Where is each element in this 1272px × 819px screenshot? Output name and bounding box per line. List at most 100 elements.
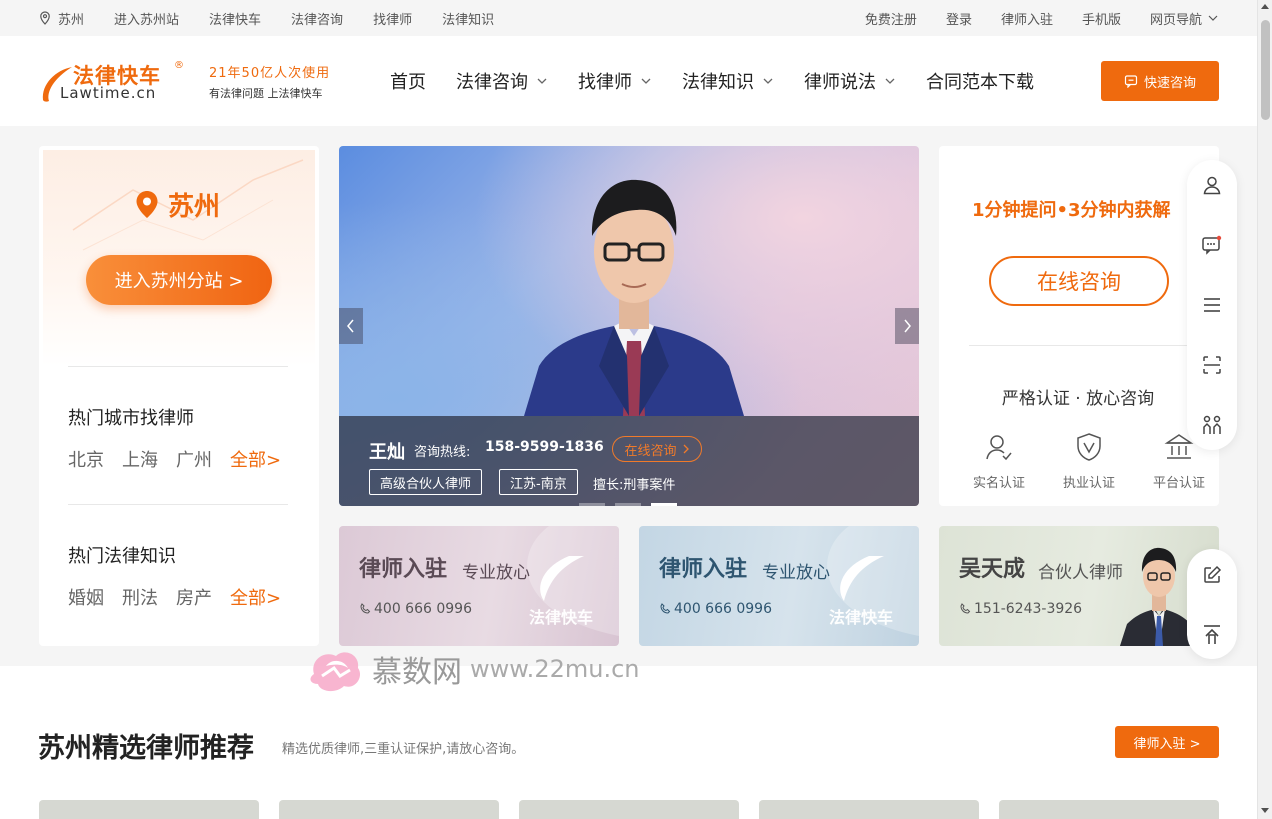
- lawyer-tag-region: 江苏-南京: [499, 469, 578, 495]
- phone-icon: [360, 603, 371, 614]
- lawyer-card[interactable]: [519, 800, 739, 819]
- site-logo[interactable]: 法律快车 ® Lawtime.cn: [38, 60, 188, 104]
- feedback-button[interactable]: [1200, 563, 1224, 587]
- consult-headline: 1分钟提问•3分钟内获解: [972, 200, 1171, 221]
- cert-label: 执业认证: [1062, 476, 1115, 491]
- hotline-label: 咨询热线:: [414, 445, 471, 460]
- nav-lawyer-talk[interactable]: 律师说法: [804, 68, 896, 94]
- city-link-guangzhou[interactable]: 广州: [176, 446, 212, 472]
- user-check-icon: [986, 435, 1012, 461]
- carousel-dot[interactable]: [615, 503, 641, 506]
- carousel-dot-active[interactable]: [651, 503, 677, 506]
- chevron-down-icon: [537, 78, 547, 84]
- carousel-next-button[interactable]: [895, 308, 919, 344]
- lawyer-tag-title: 高级合伙人律师: [369, 469, 483, 495]
- nav-consult[interactable]: 法律咨询: [456, 68, 548, 94]
- top-link-lawtime[interactable]: 法律快车: [209, 9, 261, 28]
- lawyer-card[interactable]: [279, 800, 499, 819]
- nav-knowledge[interactable]: 法律知识: [682, 68, 774, 94]
- quick-consult-button[interactable]: 快速咨询: [1101, 61, 1219, 101]
- lawyer-join-link[interactable]: 律师入驻: [1001, 9, 1053, 28]
- lawyer-specialty: 擅长:刑事案件: [593, 478, 676, 493]
- top-bar: 苏州 进入苏州站 法律快车 法律咨询 找律师 法律知识 免费注册 登录 律师入驻…: [0, 0, 1257, 36]
- knowledge-link-marriage[interactable]: 婚姻: [68, 584, 104, 610]
- knowledge-link-all[interactable]: 全部>: [230, 584, 281, 610]
- user-icon: [1203, 176, 1221, 195]
- banner-phone-number: 151-6243-3926: [974, 601, 1083, 617]
- nav-label: 法律咨询: [456, 72, 528, 93]
- quick-consult-label: 快速咨询: [1143, 75, 1196, 91]
- knowledge-link-criminal[interactable]: 刑法: [122, 584, 158, 610]
- nav-label: 法律知识: [682, 72, 754, 93]
- lawyer-join-button[interactable]: 律师入驻 >: [1115, 726, 1219, 758]
- lawyer-card[interactable]: [39, 800, 259, 819]
- lawyer-info-panel: 王灿 咨询热线: 158-9599-1836 在线咨询 高级合伙人律师 江苏-南…: [339, 416, 919, 506]
- message-button[interactable]: [1200, 233, 1224, 257]
- cert-real-name: 实名认证: [959, 432, 1039, 491]
- nav-label: 合同范本下载: [926, 72, 1034, 93]
- location-selector[interactable]: 苏州: [38, 9, 84, 28]
- side-toolbar: [1187, 160, 1237, 450]
- city-link-all[interactable]: 全部>: [230, 446, 281, 472]
- hot-knowledge-title: 热门法律知识: [68, 546, 176, 567]
- banner-subtitle: 专业放心: [762, 563, 830, 583]
- nav-home[interactable]: 首页: [390, 68, 426, 94]
- location-pin-icon: [136, 190, 158, 218]
- chat-icon: [1124, 75, 1138, 88]
- city-link-shanghai[interactable]: 上海: [122, 446, 158, 472]
- phone-icon: [960, 603, 971, 614]
- online-consult-label: 在线咨询: [624, 443, 677, 459]
- carousel-online-consult-button[interactable]: 在线咨询: [612, 436, 702, 462]
- watermark: 慕数网 www.22mu.cn: [306, 644, 639, 694]
- chevron-right-icon: [904, 319, 911, 333]
- consult-card: 1分钟提问•3分钟内获解 在线咨询 严格认证 · 放心咨询 实名认证 执业认证 …: [939, 146, 1219, 506]
- login-link[interactable]: 登录: [946, 9, 972, 28]
- lawyer-card[interactable]: [999, 800, 1219, 819]
- banner-subtitle: 专业放心: [462, 563, 530, 583]
- city-link-beijing[interactable]: 北京: [68, 446, 104, 472]
- chevron-down-icon: [1208, 15, 1218, 21]
- user-button[interactable]: [1200, 173, 1224, 197]
- back-to-top-button[interactable]: [1200, 623, 1224, 647]
- scan-button[interactable]: [1200, 353, 1224, 377]
- nav-find-lawyer[interactable]: 找律师: [578, 68, 652, 94]
- carousel-prev-button[interactable]: [339, 308, 363, 344]
- shield-v-icon: [1077, 433, 1101, 461]
- featured-lawyer-banner[interactable]: 吴天成 合伙人律师 151-6243-3926: [939, 526, 1219, 646]
- hero-section: 苏州 进入苏州分站 > 热门城市找律师 北京 上海 广州 全部> 热门法律知识 …: [0, 126, 1257, 666]
- lawyer-join-banner-2[interactable]: 律师入驻 专业放心 400 666 0996 法律快车: [639, 526, 919, 646]
- lawyer-carousel[interactable]: 王灿 咨询热线: 158-9599-1836 在线咨询 高级合伙人律师 江苏-南…: [339, 146, 919, 506]
- scroll-up-arrow-icon[interactable]: [1261, 4, 1269, 9]
- site-nav-dropdown[interactable]: 网页导航: [1150, 9, 1219, 28]
- menu-button[interactable]: [1200, 293, 1224, 317]
- message-dots-icon: [1202, 235, 1222, 255]
- top-link-consult[interactable]: 法律咨询: [291, 9, 343, 28]
- side-toolbar-bottom: [1187, 549, 1237, 659]
- top-link-find-lawyer[interactable]: 找律师: [373, 9, 412, 28]
- main-nav: 首页 法律咨询 找律师 法律知识 律师说法 合同范本下载: [390, 36, 1064, 126]
- knowledge-link-property[interactable]: 房产: [176, 584, 212, 610]
- online-consult-button[interactable]: 在线咨询: [989, 256, 1169, 306]
- banner-logo: 法律快车: [529, 608, 594, 627]
- page-scrollbar[interactable]: [1257, 0, 1272, 819]
- lawyer-card[interactable]: [759, 800, 979, 819]
- chevron-down-icon: [885, 78, 895, 84]
- carousel-dot[interactable]: [579, 503, 605, 506]
- arrow-up-icon: [1204, 625, 1220, 644]
- enter-branch-button[interactable]: 进入苏州分站 >: [86, 255, 272, 305]
- nav-label: 律师说法: [804, 72, 876, 93]
- scroll-down-arrow-icon[interactable]: [1261, 808, 1269, 813]
- lawyer-portrait: [524, 179, 744, 416]
- hotline-number: 158-9599-1836: [485, 439, 604, 455]
- people-button[interactable]: [1200, 413, 1224, 437]
- nav-contracts[interactable]: 合同范本下载: [926, 68, 1034, 94]
- watermark-en: www.22mu.cn: [470, 655, 640, 683]
- divider: [969, 345, 1189, 346]
- site-nav-label: 网页导航: [1149, 12, 1202, 28]
- mobile-link[interactable]: 手机版: [1082, 9, 1121, 28]
- register-link[interactable]: 免费注册: [865, 9, 917, 28]
- top-link-enter-site[interactable]: 进入苏州站: [114, 9, 179, 28]
- top-link-knowledge[interactable]: 法律知识: [442, 9, 494, 28]
- scrollbar-thumb[interactable]: [1261, 20, 1270, 120]
- lawyer-join-banner-1[interactable]: 律师入驻 专业放心 400 666 0996 法律快车: [339, 526, 619, 646]
